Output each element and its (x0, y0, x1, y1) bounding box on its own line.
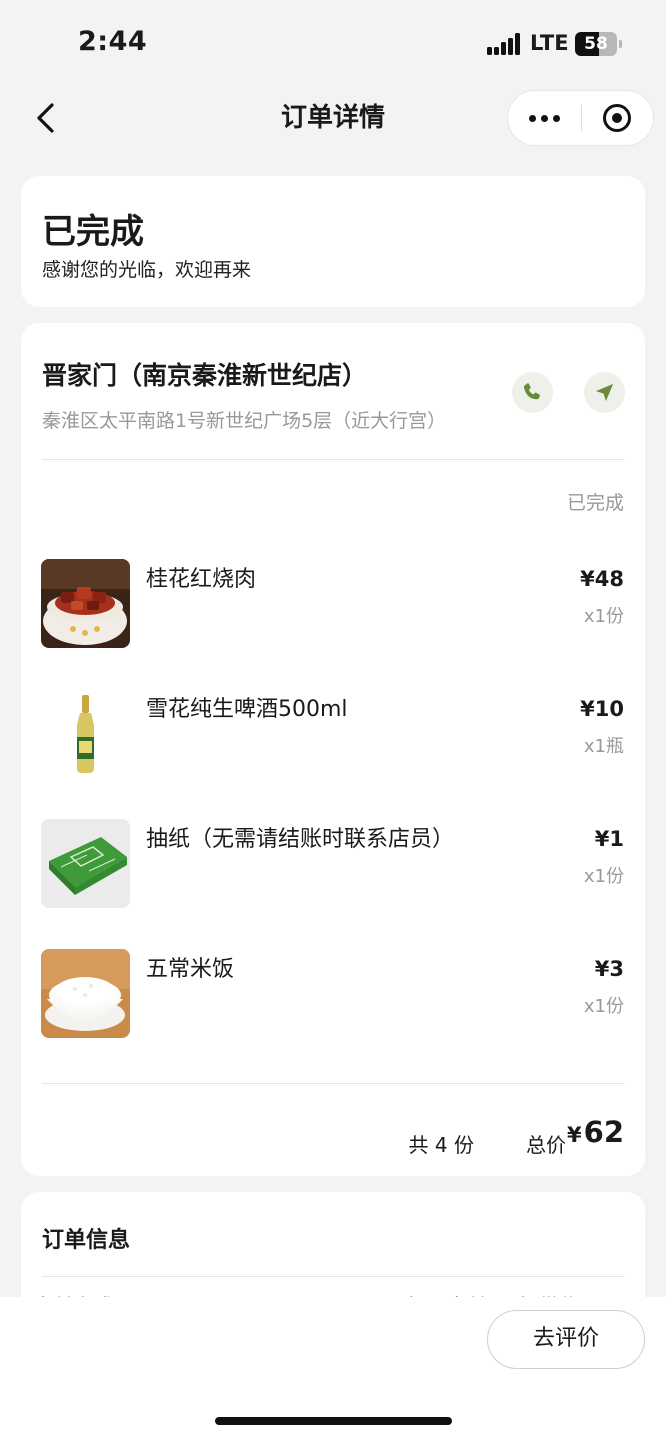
item-name: 桂花红烧肉 (146, 567, 257, 592)
order-status-subtitle: 感谢您的光临，欢迎再来 (42, 259, 252, 281)
divider (42, 459, 625, 460)
order-status-title: 已完成 (42, 212, 144, 252)
battery-level: 58 (584, 34, 608, 54)
item-price: ¥3 (594, 957, 624, 981)
order-status-label: 已完成 (566, 492, 624, 514)
navigate-store-button[interactable] (584, 372, 625, 413)
braised-pork-image (41, 559, 130, 648)
divider (42, 1083, 625, 1084)
item-name: 雪花纯生啤酒500ml (146, 697, 348, 722)
divider (42, 1276, 625, 1277)
location-arrow-icon (595, 383, 614, 402)
status-bar: 2:44 LTE 58 (0, 0, 666, 88)
cellular-signal-icon (487, 33, 521, 55)
call-store-button[interactable] (512, 372, 553, 413)
target-close-icon[interactable] (582, 91, 654, 145)
review-button[interactable]: 去评价 (487, 1310, 645, 1369)
total-item-count: 共 4 份 (408, 1133, 474, 1157)
tissue-pack-image (41, 819, 130, 908)
rice-bowl-image (41, 949, 130, 1038)
item-quantity: x1份 (583, 866, 624, 887)
chevron-left-icon[interactable] (30, 100, 64, 136)
item-quantity: x1瓶 (583, 736, 624, 757)
order-item: 桂花红烧肉 ¥48 x1份 (21, 559, 645, 649)
item-name: 五常米饭 (146, 957, 235, 982)
order-status-card: 已完成 感谢您的光临，欢迎再来 (21, 176, 645, 307)
store-name[interactable]: 晋家门（南京秦淮新世纪店） (42, 356, 367, 392)
battery-cap (619, 40, 622, 48)
store-address: 秦淮区太平南路1号新世纪广场5层（近大行宫） (42, 410, 447, 432)
item-quantity: x1份 (583, 996, 624, 1017)
home-indicator[interactable] (215, 1417, 452, 1425)
total-price-value: ¥62 (567, 1115, 624, 1149)
item-price: ¥48 (580, 567, 624, 591)
currency-symbol: ¥ (567, 1123, 582, 1147)
status-time: 2:44 (78, 26, 148, 57)
item-price: ¥10 (580, 697, 624, 721)
order-detail-card: 晋家门（南京秦淮新世纪店） 秦淮区太平南路1号新世纪广场5层（近大行宫） 已完成 (21, 323, 645, 1176)
total-amount: 62 (583, 1115, 624, 1149)
more-dots-icon[interactable] (508, 91, 581, 145)
item-price: ¥1 (594, 827, 624, 851)
total-price-label: 总价 (526, 1133, 566, 1157)
phone-icon (523, 383, 540, 400)
order-info-title: 订单信息 (42, 1228, 131, 1253)
order-item: 抽纸（无需请结账时联系店员） ¥1 x1份 (21, 819, 645, 909)
bottom-action-bar: 去评价 (0, 1297, 666, 1440)
beer-bottle-image (41, 689, 130, 778)
item-quantity: x1份 (583, 606, 624, 627)
battery-icon: 58 (575, 32, 617, 56)
mini-program-capsule (507, 90, 654, 146)
order-item: 五常米饭 ¥3 x1份 (21, 949, 645, 1039)
network-type: LTE (530, 31, 569, 55)
order-item: 雪花纯生啤酒500ml ¥10 x1瓶 (21, 689, 645, 779)
item-name: 抽纸（无需请结账时联系店员） (146, 827, 455, 852)
